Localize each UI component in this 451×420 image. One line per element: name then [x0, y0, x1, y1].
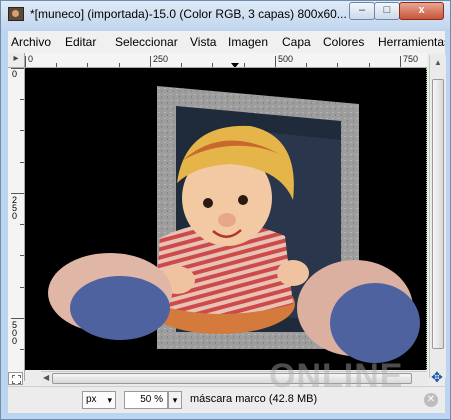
title-bar[interactable]: *[muneco] (importada)-15.0 (Color RGB, 3… — [1, 1, 450, 29]
v-ruler-label-250: 2 5 0 — [11, 195, 17, 221]
vertical-scrollbar[interactable]: ▲ — [429, 55, 446, 378]
menu-seleccionar[interactable]: Seleccionar — [115, 35, 178, 49]
quick-mask-toggle[interactable] — [8, 372, 23, 385]
unit-selector[interactable]: px — [82, 391, 116, 409]
maximize-button[interactable]: □ — [374, 2, 400, 20]
minimize-button[interactable]: – — [349, 2, 375, 20]
menu-vista[interactable]: Vista — [190, 35, 216, 49]
vertical-ruler[interactable]: 0 2 5 0 5 0 0 — [8, 68, 25, 381]
horizontal-ruler[interactable]: 0 250 500 750 — [25, 53, 427, 68]
menu-imagen[interactable]: Imagen — [228, 35, 268, 49]
close-button[interactable]: x — [399, 2, 444, 20]
menu-archivo[interactable]: Archivo — [11, 35, 51, 49]
ruler-corner-menu-button[interactable]: ▸ — [8, 53, 25, 68]
image-window: *[muneco] (importada)-15.0 (Color RGB, 3… — [0, 0, 451, 420]
cancel-icon[interactable]: ✕ — [424, 393, 438, 407]
h-ruler-label-500: 500 — [278, 54, 294, 64]
h-ruler-label-0: 0 — [28, 54, 34, 64]
menu-colores[interactable]: Colores — [323, 35, 364, 49]
doll-image — [48, 86, 420, 363]
scroll-up-arrow[interactable]: ▲ — [434, 58, 442, 68]
window-title: *[muneco] (importada)-15.0 (Color RGB, 3… — [30, 7, 347, 21]
menu-editar[interactable]: Editar — [65, 35, 96, 49]
menu-herramientas[interactable]: Herramientas — [378, 35, 445, 49]
watermark-logo: ONLINE — [269, 357, 404, 395]
zoom-dropdown-button[interactable]: ▾ — [168, 391, 182, 409]
v-ruler-label-0: 0 — [11, 69, 17, 79]
h-ruler-label-250: 250 — [153, 54, 169, 64]
image-canvas[interactable] — [25, 68, 427, 370]
vertical-scroll-thumb[interactable] — [432, 79, 444, 349]
v-ruler-label-500: 5 0 0 — [11, 320, 17, 346]
scroll-left-arrow[interactable]: ◀ — [43, 373, 49, 383]
menu-capa[interactable]: Capa — [282, 35, 311, 49]
canvas-guide — [426, 68, 427, 370]
h-ruler-label-750: 750 — [403, 54, 419, 64]
zoom-input[interactable]: 50 % — [124, 391, 168, 409]
menu-bar: Archivo Editar Seleccionar Vista Imagen … — [8, 31, 445, 54]
navigate-icon[interactable]: ✥ — [430, 370, 444, 384]
image-thumbnail-icon — [8, 7, 24, 21]
